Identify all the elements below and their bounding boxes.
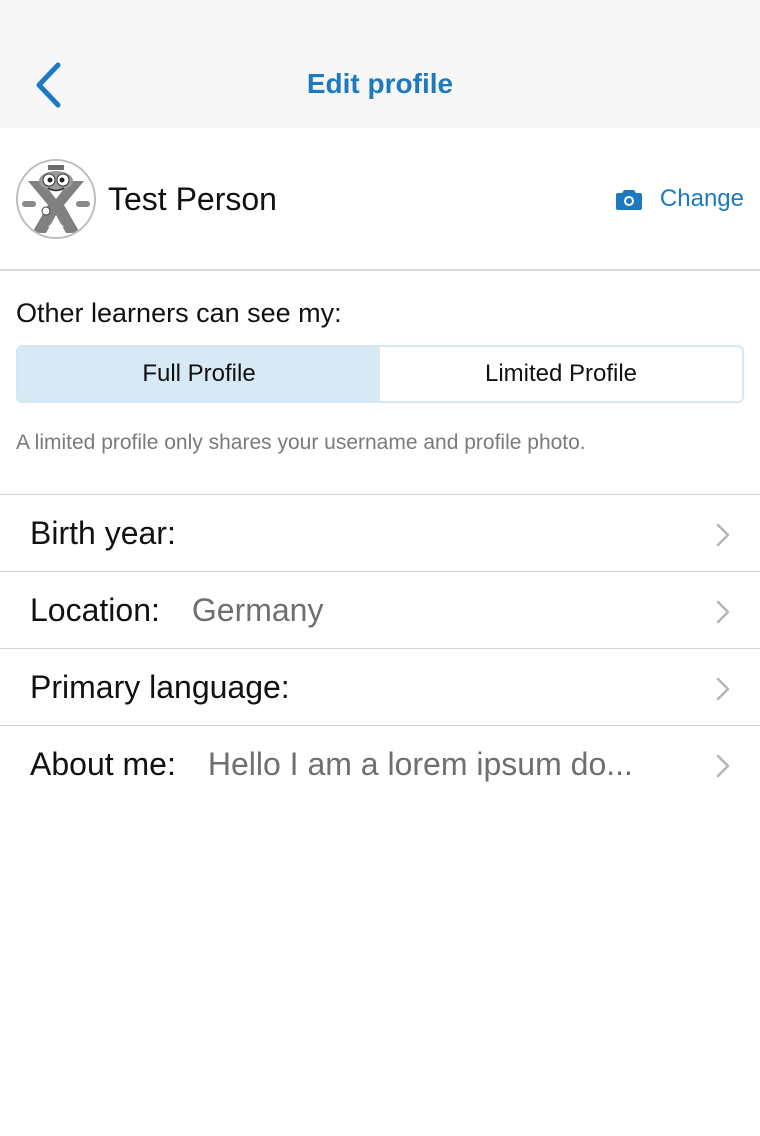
field-label: About me: [30, 745, 176, 782]
top-bar: Edit profile [0, 0, 760, 128]
full-profile-option[interactable]: Full Profile [18, 347, 380, 401]
robot-avatar-icon [18, 161, 94, 237]
field-value: Hello I am a lorem ipsum do... [207, 745, 633, 782]
change-label: Change [659, 185, 744, 212]
profile-name: Test Person [108, 181, 277, 217]
limited-profile-option[interactable]: Limited Profile [380, 347, 742, 401]
field-label: Primary language: [30, 668, 290, 705]
chevron-right-icon [716, 523, 730, 547]
field-birth-year[interactable]: Birth year: [0, 494, 760, 571]
camera-icon [615, 190, 642, 210]
chevron-right-icon [716, 677, 730, 701]
visibility-label: Other learners can see my: [16, 298, 342, 328]
visibility-hint: A limited profile only shares your usern… [16, 431, 586, 454]
field-location[interactable]: Location: Germany [0, 571, 760, 648]
field-label: Birth year: [30, 514, 176, 551]
profile-fields-list: Birth year: Location: Germany Primary la… [0, 494, 760, 802]
field-primary-language[interactable]: Primary language: [0, 648, 760, 725]
chevron-right-icon [716, 754, 730, 778]
profile-visibility-toggle: Full Profile Limited Profile [16, 345, 744, 403]
avatar [16, 159, 96, 239]
field-about-me[interactable]: About me: Hello I am a lorem ipsum do... [0, 725, 760, 802]
field-label: Location: [30, 591, 160, 628]
page-title: Edit profile [306, 68, 454, 99]
change-photo-button[interactable]: Change [615, 185, 744, 213]
chevron-right-icon [716, 600, 730, 624]
profile-header: Test Person Change [0, 128, 760, 271]
field-value: Germany [191, 591, 324, 628]
